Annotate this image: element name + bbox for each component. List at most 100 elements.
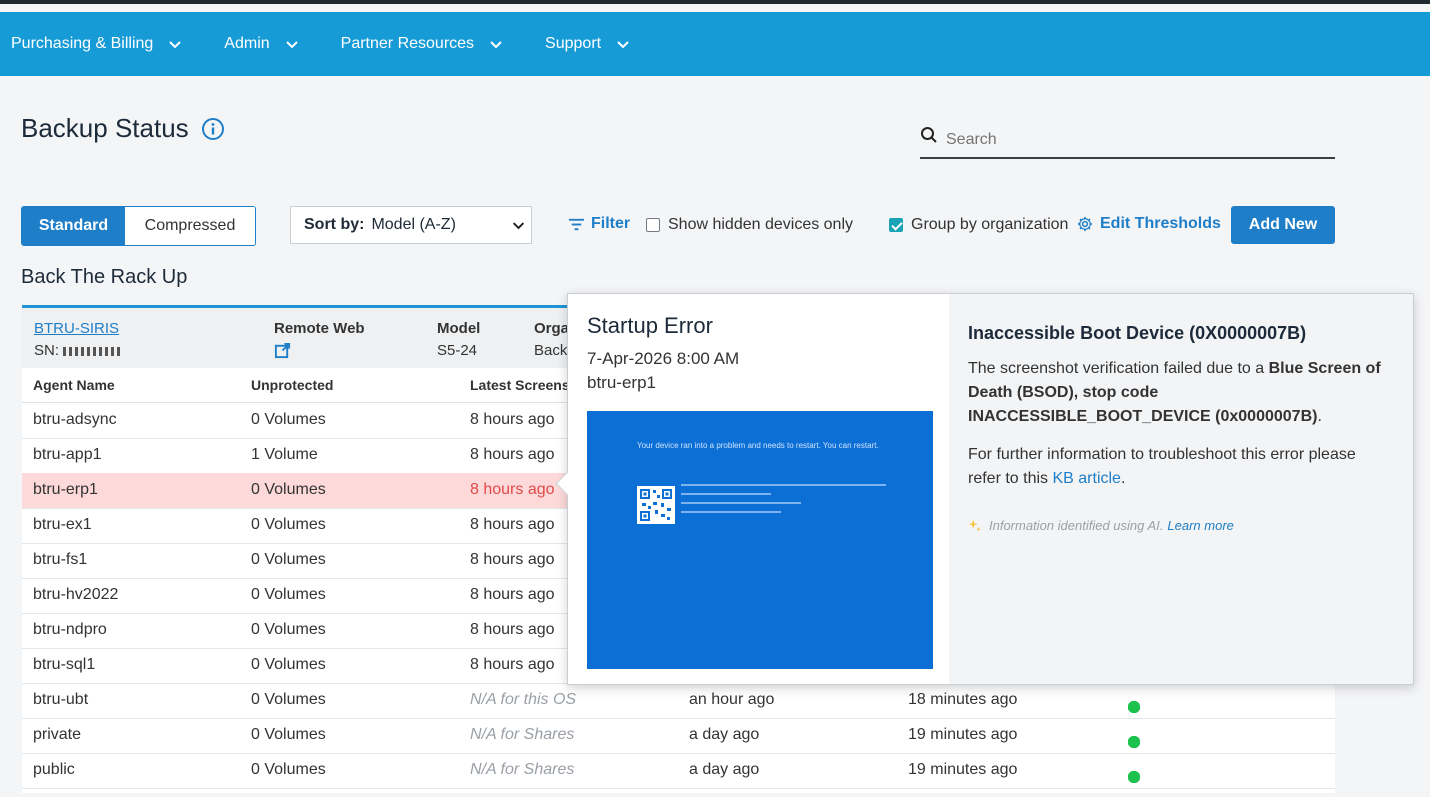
unprotected-count: 0 Volumes — [251, 481, 326, 498]
organization-value: Back — [534, 342, 568, 359]
sort-select[interactable]: Sort by: Model (A-Z) — [290, 206, 532, 244]
further-info-end: . — [1120, 470, 1126, 487]
sort-value: Model (A-Z) — [371, 216, 456, 233]
nav-label: Support — [545, 35, 602, 52]
search-box — [920, 120, 1335, 159]
nav-label: Admin — [224, 35, 270, 52]
table-row[interactable]: public 0 Volumes N/A for Shares a day ag… — [22, 753, 1335, 789]
group-by-org-checkbox[interactable]: Group by organization — [889, 216, 1068, 234]
bsod-screenshot[interactable]: Your device ran into a problem and needs… — [587, 411, 933, 669]
unprotected-count: 0 Volumes — [251, 726, 326, 743]
backup-status-dot[interactable] — [1128, 771, 1140, 783]
latest-screenshot[interactable]: 8 hours ago — [470, 446, 555, 464]
organization-label: Orga — [534, 320, 570, 337]
filter-icon — [568, 218, 585, 230]
info-icon[interactable] — [201, 117, 225, 141]
top-nav: Purchasing & Billing Admin Partner Resou… — [0, 12, 1430, 76]
external-link-icon[interactable] — [274, 342, 291, 359]
agent-name[interactable]: btru-sql1 — [33, 656, 95, 674]
error-description: The screenshot verification failed due t… — [968, 357, 1388, 429]
add-new-button[interactable]: Add New — [1231, 206, 1335, 244]
unprotected-count: 0 Volumes — [251, 761, 326, 778]
unprotected-count: 0 Volumes — [251, 586, 326, 603]
nav-support[interactable]: Support — [545, 35, 631, 53]
backup-status-dot[interactable] — [1128, 736, 1140, 748]
popover-right: Inaccessible Boot Device (0X0000007B) Th… — [949, 294, 1413, 684]
view-toggle: Standard Compressed — [21, 206, 256, 246]
chevron-down-icon — [169, 41, 182, 49]
device-serial: SN: — [34, 342, 122, 359]
last-backup: a day ago — [689, 726, 760, 743]
error-further-info: For further information to troubleshoot … — [968, 443, 1388, 491]
view-compressed-button[interactable]: Compressed — [125, 207, 255, 245]
model-label: Model — [437, 320, 481, 337]
bsod-message: Your device ran into a problem and needs… — [637, 441, 879, 450]
edit-thresholds-button[interactable]: Edit Thresholds — [1076, 215, 1221, 233]
ai-note: Information identified using AI. Learn m… — [968, 518, 1234, 533]
last-checkin: 19 minutes ago — [908, 726, 1018, 743]
unprotected-count: 1 Volume — [251, 446, 318, 463]
unprotected-count: 0 Volumes — [251, 691, 326, 708]
agent-name[interactable]: btru-hv2022 — [33, 586, 118, 604]
device-name-link[interactable]: BTRU-SIRIS — [34, 320, 119, 337]
remote-web-label: Remote Web — [274, 320, 365, 337]
nav-admin[interactable]: Admin — [224, 35, 299, 53]
group-by-org-label: Group by organization — [911, 216, 1069, 233]
learn-more-link[interactable]: Learn more — [1167, 518, 1233, 533]
table-row[interactable]: btru-ubt 0 Volumes N/A for this OS an ho… — [22, 683, 1335, 719]
search-input[interactable] — [944, 127, 1328, 150]
backup-status-dot[interactable] — [1128, 701, 1140, 713]
error-desc-end: . — [1317, 408, 1322, 425]
column-agent-name[interactable]: Agent Name — [33, 377, 115, 393]
latest-screenshot[interactable]: 8 hours ago — [470, 621, 555, 639]
show-hidden-label: Show hidden devices only — [668, 216, 854, 233]
agent-name[interactable]: public — [33, 761, 75, 779]
sparkle-icon — [968, 519, 981, 531]
latest-screenshot[interactable]: 8 hours ago — [470, 516, 555, 534]
agent-name[interactable]: btru-ndpro — [33, 621, 107, 639]
page-title: Backup Status — [21, 113, 225, 144]
bsod-detail-lines — [681, 484, 891, 520]
checkbox-checked[interactable] — [889, 218, 903, 232]
qr-code-image — [637, 486, 675, 524]
agent-name[interactable]: btru-adsync — [33, 411, 117, 429]
nav-purchasing-billing[interactable]: Purchasing & Billing — [11, 35, 183, 53]
agent-name[interactable]: btru-ex1 — [33, 516, 92, 534]
latest-screenshot[interactable]: 8 hours ago — [470, 586, 555, 604]
edit-thresholds-label: Edit Thresholds — [1100, 215, 1221, 232]
gear-icon — [1077, 216, 1093, 232]
latest-screenshot[interactable]: 8 hours ago — [470, 656, 555, 674]
unprotected-count: 0 Volumes — [251, 411, 326, 428]
search-icon — [921, 126, 937, 143]
latest-screenshot[interactable]: 8 hours ago — [470, 481, 555, 499]
checkbox-unchecked[interactable] — [646, 218, 660, 232]
device-serial-label: SN: — [34, 342, 64, 359]
latest-screenshot[interactable]: 8 hours ago — [470, 411, 555, 429]
unprotected-count: 0 Volumes — [251, 656, 326, 673]
nav-partner-resources[interactable]: Partner Resources — [341, 35, 504, 53]
agent-name[interactable]: btru-ubt — [33, 691, 88, 709]
agent-name[interactable]: private — [33, 726, 81, 744]
ai-note-text: Information identified using AI. — [989, 518, 1164, 533]
agent-name[interactable]: btru-fs1 — [33, 551, 87, 569]
show-hidden-checkbox[interactable]: Show hidden devices only — [646, 216, 853, 234]
column-latest-screenshot[interactable]: Latest Screens — [470, 377, 570, 393]
unprotected-count: 0 Volumes — [251, 516, 326, 533]
kb-article-link[interactable]: KB article — [1052, 470, 1120, 487]
view-standard-button[interactable]: Standard — [22, 207, 125, 245]
agent-name[interactable]: btru-app1 — [33, 446, 102, 464]
further-info-text: For further information to troubleshoot … — [968, 446, 1356, 487]
table-row[interactable]: private 0 Volumes N/A for Shares a day a… — [22, 718, 1335, 754]
last-backup: a day ago — [689, 761, 760, 778]
nav-label: Partner Resources — [340, 35, 475, 52]
sort-label: Sort by: — [304, 216, 365, 233]
filter-button[interactable]: Filter — [568, 215, 630, 233]
last-checkin: 19 minutes ago — [908, 761, 1018, 778]
popover-date: 7-Apr-2026 8:00 AM — [587, 349, 740, 368]
latest-screenshot: N/A for Shares — [470, 726, 575, 743]
agent-name[interactable]: btru-erp1 — [33, 481, 98, 499]
chevron-down-icon — [285, 41, 298, 49]
column-unprotected[interactable]: Unprotected — [251, 377, 333, 393]
latest-screenshot[interactable]: 8 hours ago — [470, 551, 555, 569]
last-backup: an hour ago — [689, 691, 775, 708]
